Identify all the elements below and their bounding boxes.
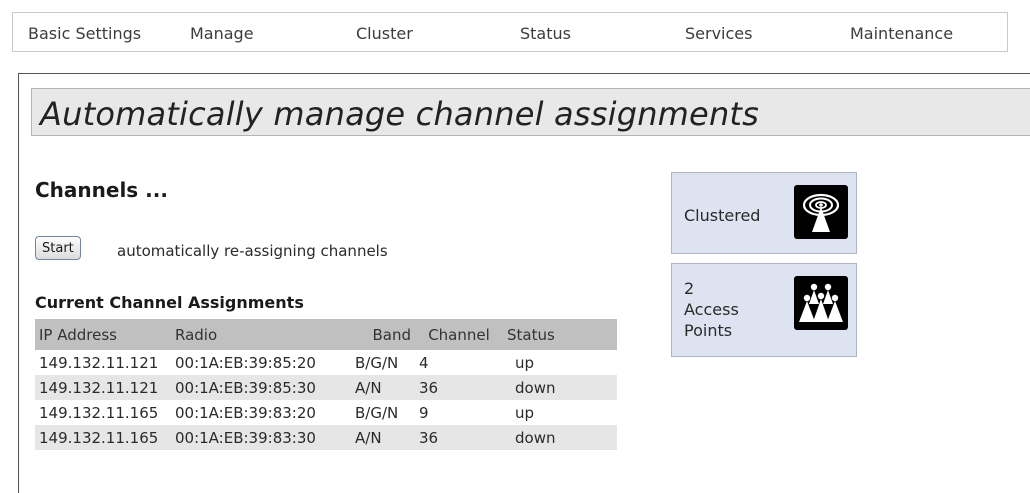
channels-heading: Channels ... xyxy=(35,178,168,202)
start-button[interactable]: Start xyxy=(35,236,81,260)
column-header-status: Status xyxy=(503,319,617,350)
access-points-status-box[interactable]: 2 Access Points xyxy=(671,263,857,357)
assignments-table-title: Current Channel Assignments xyxy=(35,293,304,312)
cell-channel: 36 xyxy=(415,375,503,400)
start-description: automatically re-assigning channels xyxy=(117,242,388,260)
cell-band: A/N xyxy=(351,425,415,450)
clustered-status-box[interactable]: Clustered xyxy=(671,172,857,254)
nav-manage[interactable]: Manage xyxy=(190,24,254,43)
table-row: 149.132.11.165 00:1A:EB:39:83:20 B/G/N 9… xyxy=(35,400,617,425)
top-navigation: Basic Settings Manage Cluster Status Ser… xyxy=(12,12,1008,52)
column-header-band: Band xyxy=(351,319,415,350)
cell-radio: 00:1A:EB:39:85:30 xyxy=(171,375,351,400)
page-title-bar: Automatically manage channel assignments xyxy=(31,88,1030,136)
page-title: Automatically manage channel assignments xyxy=(40,95,760,133)
cell-ip-address: 149.132.11.121 xyxy=(39,353,159,372)
channel-assignments-table: IP Address Radio Band Channel Status 149… xyxy=(35,319,617,450)
cell-radio: 00:1A:EB:39:83:20 xyxy=(175,403,316,422)
cell-status: down xyxy=(503,425,617,450)
table-row: 149.132.11.121 00:1A:EB:39:85:20 B/G/N 4… xyxy=(35,350,617,375)
nav-cluster[interactable]: Cluster xyxy=(356,24,413,43)
cell-ip-address: 149.132.11.165 xyxy=(39,403,159,422)
cell-ip-address: 149.132.11.165 xyxy=(35,425,171,450)
cell-channel: 4 xyxy=(419,353,429,372)
nav-maintenance[interactable]: Maintenance xyxy=(850,24,953,43)
cell-band: B/G/N xyxy=(355,353,399,372)
cell-band: B/G/N xyxy=(355,403,399,422)
cell-status: up xyxy=(515,353,535,372)
nav-basic-settings[interactable]: Basic Settings xyxy=(28,24,141,43)
cell-radio: 00:1A:EB:39:83:30 xyxy=(171,425,351,450)
column-header-channel: Channel xyxy=(415,319,503,350)
cell-status: up xyxy=(515,403,535,422)
cell-band: A/N xyxy=(351,375,415,400)
access-points-label-line2: Points xyxy=(684,321,733,340)
column-header-radio: Radio xyxy=(171,319,351,350)
access-points-count: 2 xyxy=(684,279,695,298)
table-row: 149.132.11.121 00:1A:EB:39:85:30 A/N 36 … xyxy=(35,375,617,400)
cell-channel: 9 xyxy=(419,403,429,422)
access-points-label-line1: Access xyxy=(684,300,739,319)
main-panel: Automatically manage channel assignments… xyxy=(18,73,1030,493)
cell-status: down xyxy=(503,375,617,400)
access-points-label: 2 Access Points xyxy=(684,278,780,341)
cell-ip-address: 149.132.11.121 xyxy=(35,375,171,400)
clustered-label: Clustered xyxy=(684,206,761,225)
cluster-antenna-icon xyxy=(794,185,848,239)
nav-status[interactable]: Status xyxy=(520,24,571,43)
table-row: 149.132.11.165 00:1A:EB:39:83:30 A/N 36 … xyxy=(35,425,617,450)
column-header-ip-address: IP Address xyxy=(35,319,171,350)
access-points-group-icon xyxy=(794,276,848,330)
cell-radio: 00:1A:EB:39:85:20 xyxy=(175,353,316,372)
cell-channel: 36 xyxy=(415,425,503,450)
table-header-row: IP Address Radio Band Channel Status xyxy=(35,319,617,350)
nav-services[interactable]: Services xyxy=(685,24,752,43)
